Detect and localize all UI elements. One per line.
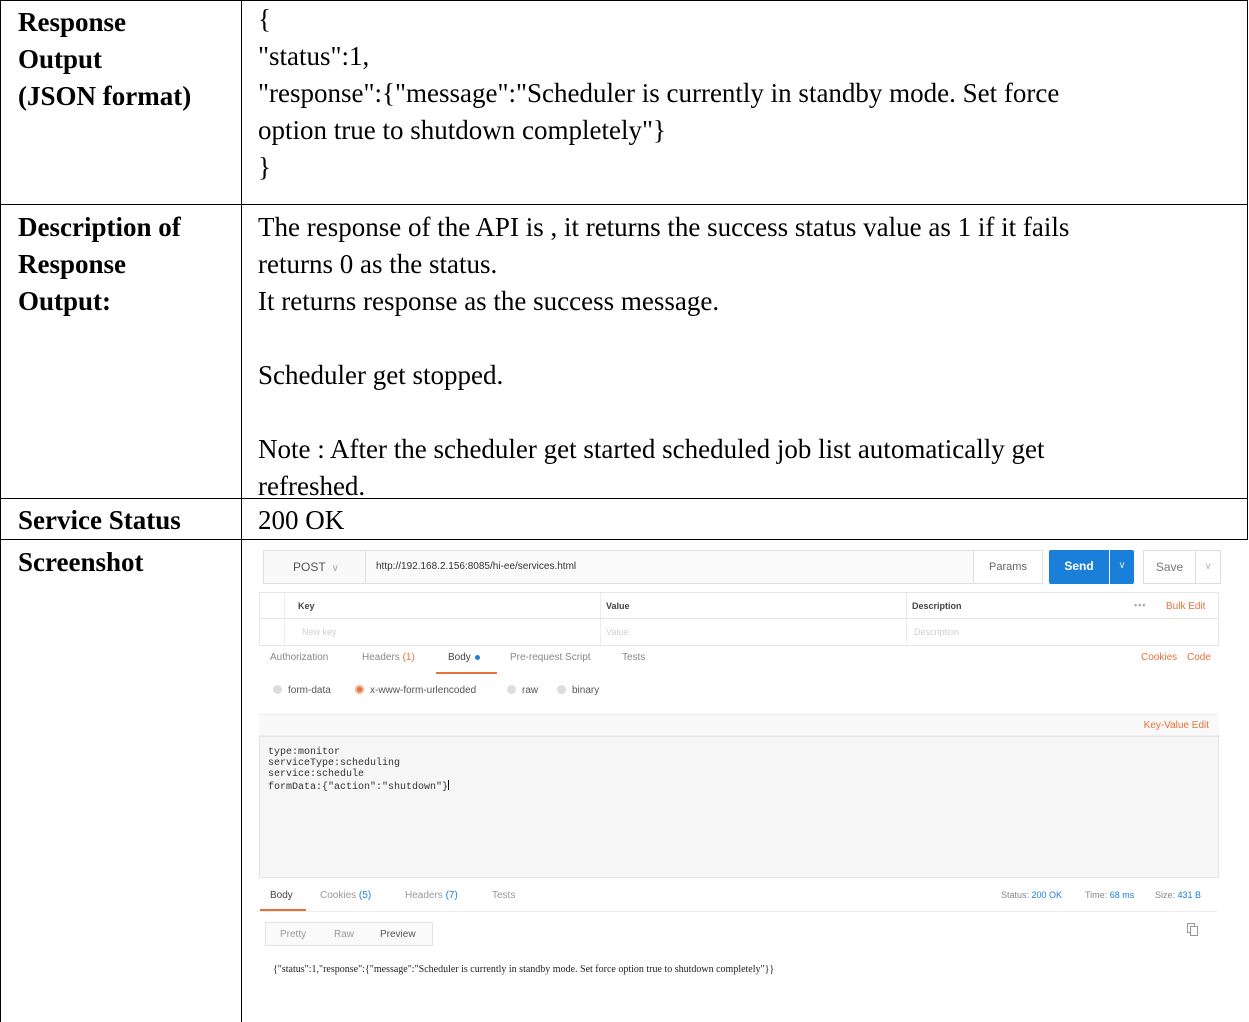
code-link[interactable]: Code [1187,652,1211,663]
column-divider [241,0,242,1022]
radio-selected-icon [355,685,364,694]
radio-raw[interactable]: raw [507,685,538,696]
request-tabs: Authorization Headers (1) Body Pre-reque… [257,652,1217,674]
params-button[interactable]: Params [974,550,1043,584]
key-value-edit-link[interactable]: Key-Value Edit [1144,720,1209,731]
chevron-down-icon: ∨ [331,563,339,574]
label-response-output: Response Output (JSON format) [18,7,192,111]
value-header: Value [606,601,630,611]
view-pretty[interactable]: Pretty [280,929,306,940]
radio-icon [507,685,516,694]
cookies-link[interactable]: Cookies [1141,652,1177,663]
description-header: Description [912,601,962,611]
request-url-bar: POST ∨ http://192.168.2.156:8085/hi-ee/se… [263,550,1221,586]
more-options-icon[interactable]: ••• [1134,600,1146,610]
table-border-right [1247,0,1248,540]
save-dropdown-chevron-icon[interactable]: ∨ [1196,550,1221,584]
save-button[interactable]: Save [1143,550,1196,584]
tab-response-cookies[interactable]: Cookies (5) [320,890,371,901]
tab-authorization[interactable]: Authorization [270,652,328,663]
text-cursor [448,780,450,790]
params-new-row: New key Value Description [260,619,1218,645]
params-header-row: Key Value Description ••• Bulk Edit [260,593,1218,619]
row-divider [0,204,1248,205]
radio-binary[interactable]: binary [557,685,599,696]
response-view-modes: Pretty Raw Preview [265,922,433,946]
key-header: Key [298,601,315,611]
postman-screenshot: POST ∨ http://192.168.2.156:8085/hi-ee/se… [257,540,1229,1022]
label-screenshot: Screenshot [18,547,144,577]
tab-body[interactable]: Body [448,652,480,663]
description-value: The response of the API is , it returns … [258,212,1070,501]
view-raw[interactable]: Raw [334,929,354,940]
bulk-edit-link[interactable]: Bulk Edit [1166,601,1205,612]
new-key-input[interactable]: New key [302,627,337,637]
send-button[interactable]: Send [1049,550,1109,584]
service-status-value: 200 OK [258,505,345,535]
method-select[interactable]: POST ∨ [263,550,366,584]
send-dropdown-chevron-icon[interactable]: ∨ [1110,550,1134,584]
request-body-editor[interactable]: type:monitor serviceType:scheduling serv… [259,736,1219,878]
time-readout: Time: 68 ms [1085,890,1135,900]
active-tab-indicator [260,909,306,911]
tab-tests[interactable]: Tests [622,652,645,663]
status-readout: Status: 200 OK [1001,890,1063,900]
response-body-text: {"status":1,"response":{"message":"Sched… [273,964,775,975]
response-tabs: Body Cookies (5) Headers (7) Tests Statu… [257,882,1217,912]
params-table: Key Value Description ••• Bulk Edit New … [259,592,1219,646]
key-value-edit-bar: Key-Value Edit [259,714,1219,736]
radio-form-data[interactable]: form-data [273,685,331,696]
tab-response-headers[interactable]: Headers (7) [405,890,458,901]
size-readout: Size: 431 B [1155,890,1202,900]
label-description: Description of Response Output: [18,212,181,316]
active-tab-indicator [436,672,497,674]
radio-urlencoded[interactable]: x-www-form-urlencoded [355,685,476,696]
tab-headers[interactable]: Headers (1) [362,652,415,663]
tab-response-tests[interactable]: Tests [492,890,515,901]
tab-response-body[interactable]: Body [270,890,293,901]
table-border-left [0,0,1,1022]
copy-icon[interactable] [1187,923,1199,937]
json-output-value: { "status":1, "response":{"message":"Sch… [258,4,1060,182]
new-value-input[interactable]: Value [606,627,628,637]
modified-dot-icon [474,654,480,660]
tab-prerequest-script[interactable]: Pre-request Script [510,652,591,663]
radio-icon [557,685,566,694]
view-preview[interactable]: Preview [380,929,416,940]
url-input[interactable]: http://192.168.2.156:8085/hi-ee/services… [366,550,974,584]
new-description-input[interactable]: Description [914,627,959,637]
radio-icon [273,685,282,694]
label-service-status: Service Status [18,505,181,535]
